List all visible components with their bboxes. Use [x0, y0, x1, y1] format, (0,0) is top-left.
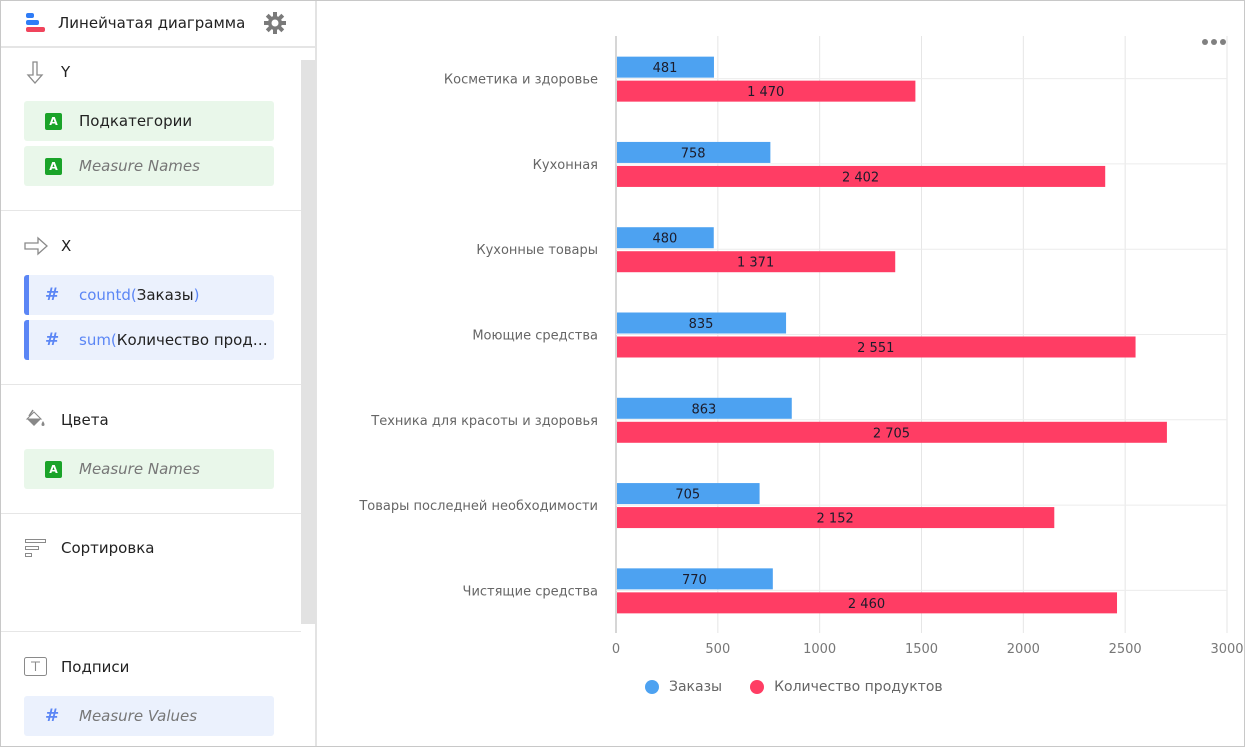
label-field-label: Measure Values — [79, 707, 198, 725]
legend-item-products[interactable]: Количество продуктов — [750, 679, 943, 695]
bar-value-label: 1 371 — [737, 256, 774, 271]
x-field-label: countd(Заказы) — [79, 286, 200, 304]
section-y-title: Y — [61, 63, 71, 81]
arrow-right-icon — [24, 235, 48, 259]
section-x-title: X — [61, 237, 72, 255]
y-field-chip[interactable]: A Подкатегории — [24, 101, 274, 141]
chart-legend: Заказы Количество продуктов — [645, 679, 971, 695]
bar-chart-icon — [26, 13, 46, 35]
section-labels-title: Подписи — [61, 658, 130, 676]
x-tick-label: 2500 — [1109, 642, 1142, 657]
bar-products[interactable] — [617, 592, 1118, 614]
bar-products[interactable] — [617, 336, 1136, 358]
panel-header: Линейчатая диаграмма — [1, 1, 315, 48]
string-type-icon: A — [45, 113, 62, 130]
bar-products[interactable] — [617, 165, 1106, 187]
number-type-icon: # — [45, 330, 60, 350]
bar-value-label: 835 — [689, 317, 714, 332]
string-type-icon: A — [45, 158, 62, 175]
x-field-chip[interactable]: # countd(Заказы) — [24, 275, 274, 315]
x-tick-label: 500 — [705, 642, 730, 657]
text-icon — [24, 656, 48, 680]
category-label: Товары последней необходимости — [358, 499, 598, 514]
section-y: Y A Подкатегории A Measure Names — [1, 49, 301, 210]
category-label: Чистящие средства — [463, 584, 598, 599]
color-field-label: Measure Names — [79, 460, 200, 478]
bar-products[interactable] — [617, 421, 1167, 443]
y-field-label: Подкатегории — [79, 112, 193, 130]
bar-orders[interactable] — [617, 56, 714, 78]
x-field-chip[interactable]: # sum(Количество проду... — [24, 320, 274, 360]
category-label: Кухонная — [533, 158, 598, 173]
bar-value-label: 2 551 — [857, 341, 894, 356]
bar-orders[interactable] — [617, 483, 760, 505]
dot — [1220, 39, 1226, 45]
panel-scrollbar[interactable] — [301, 60, 316, 624]
legend-label: Количество продуктов — [774, 679, 943, 695]
section-labels: Подписи # Measure Values — [1, 632, 301, 746]
paint-bucket-icon — [24, 407, 48, 431]
legend-marker — [750, 680, 765, 694]
section-colors: Цвета A Measure Names — [1, 385, 301, 513]
bar-value-label: 481 — [653, 61, 678, 76]
category-label: Кухонные товары — [476, 243, 598, 258]
bar-products[interactable] — [617, 251, 896, 273]
number-type-icon: # — [45, 706, 60, 726]
string-type-icon: A — [45, 461, 62, 478]
y-field-label: Measure Names — [79, 157, 200, 175]
bar-orders[interactable] — [617, 312, 787, 334]
app-frame: Линейчатая диаграмма Y A Подкатегории A … — [0, 0, 1245, 747]
bar-value-label: 2 152 — [817, 512, 854, 527]
dot — [1202, 39, 1208, 45]
number-type-icon: # — [45, 285, 60, 305]
section-x: X # countd(Заказы) # sum(Количество прод… — [1, 211, 301, 384]
visualization-type-title[interactable]: Линейчатая диаграмма — [58, 14, 245, 32]
category-label: Моющие средства — [472, 329, 598, 344]
more-options-button[interactable] — [1202, 37, 1226, 47]
gear-icon[interactable] — [263, 11, 287, 35]
bar-value-label: 705 — [675, 488, 700, 503]
x-tick-label: 3000 — [1210, 642, 1243, 657]
section-colors-title: Цвета — [61, 411, 109, 429]
bar-value-label: 2 705 — [873, 426, 910, 441]
bar-value-label: 2 402 — [842, 170, 879, 185]
section-sort-title: Сортировка — [61, 539, 155, 557]
color-field-chip[interactable]: A Measure Names — [24, 449, 274, 489]
x-tick-label: 1000 — [803, 642, 836, 657]
legend-item-orders[interactable]: Заказы — [645, 679, 722, 695]
bar-products[interactable] — [617, 507, 1055, 529]
x-field-label: sum(Количество проду... — [79, 331, 269, 349]
y-field-chip[interactable]: A Measure Names — [24, 146, 274, 186]
bar-orders[interactable] — [617, 141, 771, 163]
bar-value-label: 1 470 — [747, 85, 784, 100]
bar-value-label: 863 — [691, 402, 716, 417]
sort-icon — [24, 538, 48, 562]
bar-orders[interactable] — [617, 227, 714, 249]
bar-orders[interactable] — [617, 568, 773, 590]
category-label: Техника для красоты и здоровья — [370, 414, 598, 429]
legend-label: Заказы — [669, 679, 723, 695]
dot — [1211, 39, 1217, 45]
bar-value-label: 480 — [652, 232, 677, 247]
category-label: Косметика и здоровье — [444, 73, 598, 88]
visualization-settings-panel: Линейчатая диаграмма Y A Подкатегории A … — [1, 1, 317, 746]
legend-marker — [645, 680, 659, 694]
x-tick-label: 2000 — [1007, 642, 1040, 657]
bar-products[interactable] — [617, 80, 916, 102]
x-tick-label: 0 — [612, 642, 620, 657]
label-field-chip[interactable]: # Measure Values — [24, 696, 274, 736]
bar-orders[interactable] — [617, 397, 792, 419]
x-tick-label: 1500 — [905, 642, 938, 657]
bar-value-label: 758 — [681, 146, 706, 161]
bar-value-label: 770 — [682, 573, 707, 588]
bar-value-label: 2 460 — [848, 597, 885, 612]
section-sort: Сортировка — [1, 514, 301, 631]
arrow-down-icon — [24, 60, 48, 84]
